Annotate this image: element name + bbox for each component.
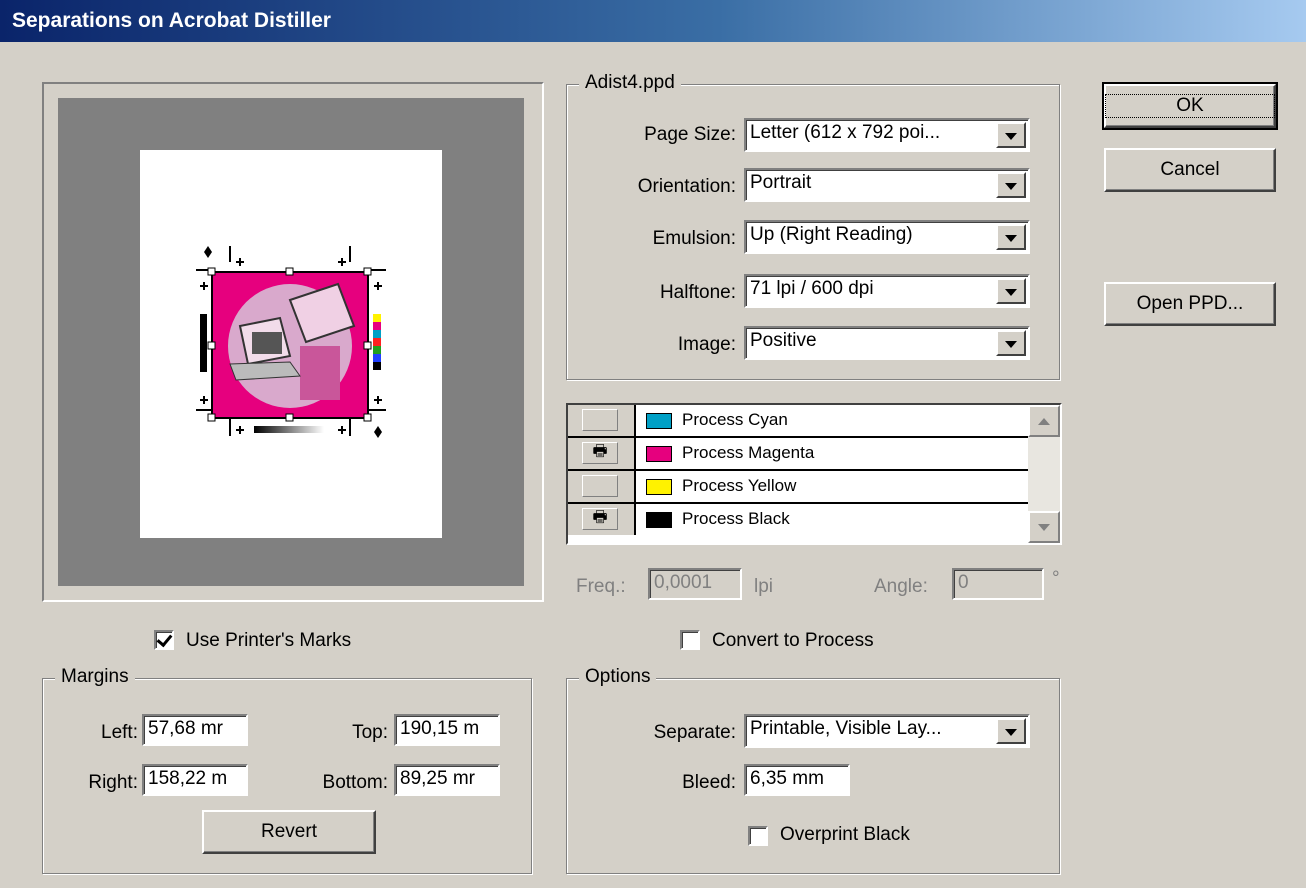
printer-icon: 🖶 [592,508,608,526]
printer-icon: 🖶 [592,442,608,460]
window-title: Separations on Acrobat Distiller [12,9,331,32]
black-swatch [646,512,672,528]
angle-input[interactable]: 0 [952,568,1044,600]
ink-name: Process Black [682,509,790,528]
chevron-down-icon[interactable] [996,122,1026,148]
title-bar: Separations on Acrobat Distiller [0,0,1306,42]
top-margin-input[interactable]: 190,15 m [394,714,500,746]
chevron-down-icon[interactable] [996,224,1026,250]
open-ppd-button[interactable]: Open PPD... [1104,282,1276,326]
halftone-label: Halftone: [659,282,736,303]
print-toggle-cyan[interactable] [568,405,636,436]
freq-input[interactable]: 0,0001 [648,568,742,600]
angle-label: Angle: [874,576,928,597]
image-select[interactable]: Positive [744,326,1030,360]
bleed-input[interactable]: 6,35 mm [744,764,850,796]
angle-unit: ° [1052,568,1060,589]
ink-name: Process Magenta [682,443,815,462]
ppd-group-title: Adist4.ppd [579,72,681,94]
image-label: Image: [677,334,736,355]
ink-list-scrollbar[interactable] [1028,405,1060,543]
convert-to-process-label[interactable]: Convert to Process [712,630,874,652]
emulsion-label: Emulsion: [652,228,736,249]
separate-label: Separate: [653,722,736,743]
ink-name: Process Yellow [682,476,797,495]
ink-row-cyan[interactable]: Process Cyan [568,405,1028,438]
page-preview-art [196,246,386,438]
chevron-down-icon[interactable] [996,330,1026,356]
overprint-black-checkbox[interactable] [748,826,768,846]
orientation-label: Orientation: [637,176,736,197]
ink-name: Process Cyan [682,410,788,429]
options-group-title: Options [579,666,657,688]
halftone-select[interactable]: 71 lpi / 600 dpi [744,274,1030,308]
ink-row-yellow[interactable]: Process Yellow [568,471,1028,504]
use-printers-marks-label[interactable]: Use Printer's Marks [186,630,351,652]
orientation-select[interactable]: Portrait [744,168,1030,202]
right-margin-input[interactable]: 158,22 m [142,764,248,796]
preview-page [140,150,442,538]
page-size-label: Page Size: [644,124,736,145]
scroll-up-icon[interactable] [1028,405,1060,437]
left-margin-input[interactable]: 57,68 mr [142,714,248,746]
chevron-down-icon[interactable] [996,718,1026,744]
ok-button[interactable]: OK [1102,82,1278,130]
freq-label: Freq.: [576,576,626,597]
bottom-margin-input[interactable]: 89,25 mr [394,764,500,796]
use-printers-marks-checkbox[interactable] [154,630,174,650]
bleed-label: Bleed: [682,772,736,793]
bottom-margin-label: Bottom: [322,772,388,793]
convert-to-process-checkbox[interactable] [680,630,700,650]
ink-row-magenta[interactable]: 🖶 Process Magenta [568,438,1028,471]
freq-unit: lpi [754,576,774,597]
right-margin-label: Right: [88,772,138,793]
emulsion-select[interactable]: Up (Right Reading) [744,220,1030,254]
ink-row-black[interactable]: 🖶 Process Black [568,504,1028,537]
magenta-swatch [646,446,672,462]
chevron-down-icon[interactable] [996,278,1026,304]
ok-button-label: OK [1105,94,1275,118]
top-margin-label: Top: [352,722,388,743]
print-toggle-magenta[interactable]: 🖶 [568,438,636,469]
print-toggle-black[interactable]: 🖶 [568,504,636,535]
revert-button[interactable]: Revert [202,810,376,854]
scroll-down-icon[interactable] [1028,511,1060,543]
page-size-select[interactable]: Letter (612 x 792 poi... [744,118,1030,152]
chevron-down-icon[interactable] [996,172,1026,198]
print-toggle-yellow[interactable] [568,471,636,502]
cyan-swatch [646,413,672,429]
left-margin-label: Left: [101,722,138,743]
overprint-black-label[interactable]: Overprint Black [780,824,910,846]
margins-group-title: Margins [55,666,135,688]
separate-select[interactable]: Printable, Visible Lay... [744,714,1030,748]
ink-list[interactable]: Process Cyan 🖶 Process Magenta Process Y… [566,403,1062,545]
yellow-swatch [646,479,672,495]
preview-background [58,98,524,586]
cancel-button[interactable]: Cancel [1104,148,1276,192]
preview-frame [42,82,544,602]
